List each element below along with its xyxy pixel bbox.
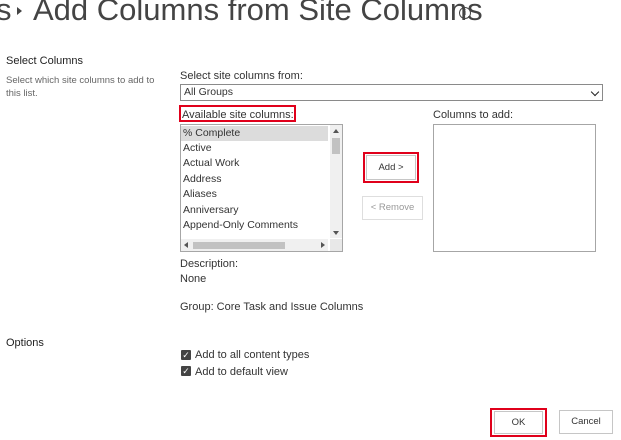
- group-dropdown[interactable]: All Groups: [180, 84, 603, 101]
- breadcrumb-previous[interactable]: s: [0, 0, 12, 30]
- description-value: None: [180, 273, 207, 285]
- breadcrumb-arrow-icon: [17, 7, 22, 15]
- horizontal-scrollbar[interactable]: [181, 239, 328, 251]
- list-item[interactable]: Active: [181, 141, 328, 156]
- available-label-highlight: [179, 105, 296, 122]
- scroll-up-icon[interactable]: [333, 129, 339, 133]
- chevron-down-icon: [590, 87, 600, 97]
- page-title: Add Columns from Site Columns: [33, 0, 483, 27]
- section-description: Select which site columns to add to this…: [6, 75, 155, 99]
- checkbox-label-default-view: Add to default view: [195, 366, 288, 378]
- select-from-label: Select site columns from:: [180, 70, 303, 82]
- checkbox-all-content-types[interactable]: ✓: [181, 350, 191, 360]
- vertical-scrollbar[interactable]: [330, 125, 342, 238]
- add-button-highlight: [363, 152, 419, 183]
- list-item[interactable]: Aliases: [181, 187, 328, 202]
- available-columns-listbox[interactable]: % Complete Active Actual Work Address Al…: [180, 124, 343, 252]
- vertical-scroll-thumb[interactable]: [332, 138, 340, 154]
- columns-to-add-label: Columns to add:: [433, 109, 514, 121]
- section-title-options: Options: [6, 337, 44, 349]
- group-text: Group: Core Task and Issue Columns: [180, 301, 364, 313]
- section-title-select-columns: Select Columns: [6, 55, 84, 67]
- remove-button[interactable]: < Remove: [362, 196, 423, 220]
- ok-button-highlight: [490, 408, 547, 437]
- scroll-right-icon[interactable]: [321, 242, 325, 248]
- list-item[interactable]: Append-Only Comments: [181, 218, 328, 233]
- group-dropdown-value: All Groups: [184, 86, 234, 98]
- list-item[interactable]: Address: [181, 172, 328, 187]
- description-label: Description:: [180, 258, 239, 270]
- columns-to-add-listbox[interactable]: [433, 124, 596, 252]
- scroll-down-icon[interactable]: [333, 231, 339, 235]
- scroll-left-icon[interactable]: [184, 242, 188, 248]
- list-item[interactable]: Actual Work: [181, 156, 328, 171]
- horizontal-scroll-thumb[interactable]: [193, 242, 285, 249]
- list-item[interactable]: Anniversary: [181, 203, 328, 218]
- checkbox-label-all-content-types: Add to all content types: [195, 349, 310, 361]
- cancel-button[interactable]: Cancel: [559, 410, 613, 434]
- checkbox-default-view[interactable]: ✓: [181, 366, 191, 376]
- scrollbar-corner: [330, 239, 342, 251]
- list-item[interactable]: % Complete: [181, 126, 328, 141]
- info-icon[interactable]: i: [459, 7, 471, 19]
